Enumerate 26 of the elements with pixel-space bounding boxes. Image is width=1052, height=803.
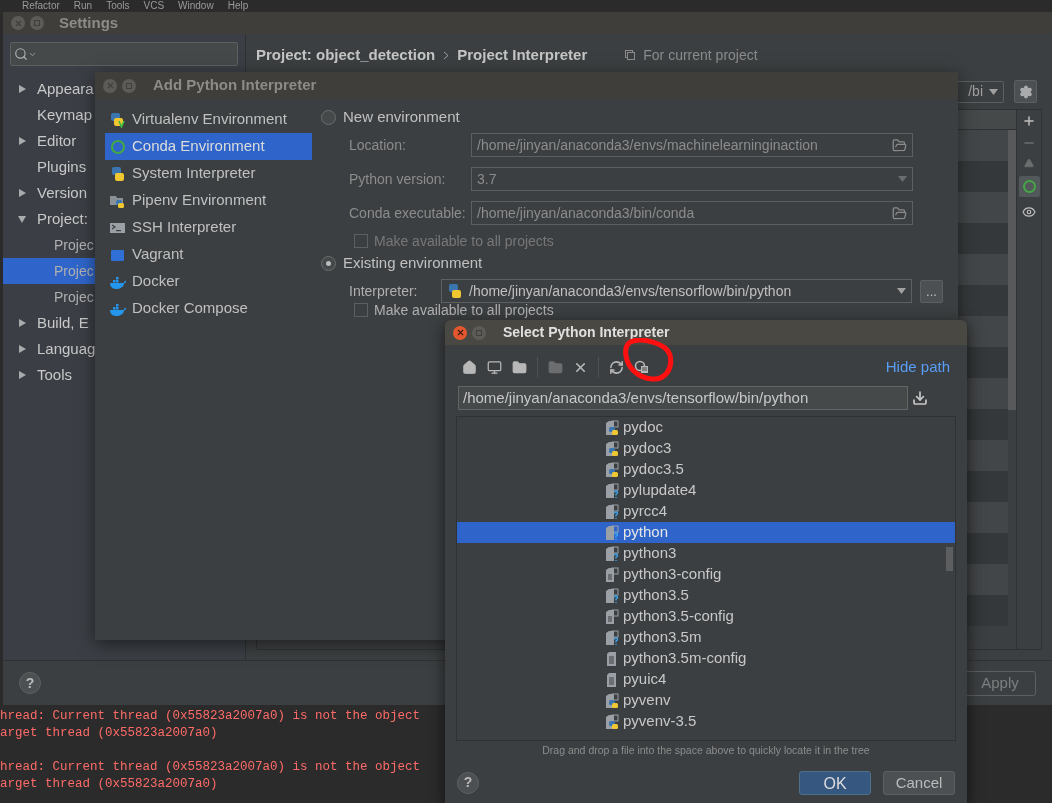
window-title: Add Python Interpreter: [153, 75, 317, 96]
field-label: Location:: [348, 135, 407, 155]
radio-label: New environment: [343, 106, 460, 127]
radio-label: Existing environment: [343, 252, 483, 273]
breadcrumb-item: Project Interpreter: [457, 44, 588, 65]
tree-label: Projec: [54, 261, 94, 281]
console-line: hread: Current thread (0x55823a2007a0) is not the object: [0, 759, 421, 776]
tree-label: Version: [37, 182, 88, 203]
field-label: Conda executable:: [348, 203, 467, 223]
field-label: Python version:: [348, 169, 447, 189]
tree-label: Appeara: [37, 78, 94, 99]
field-label: Interpreter:: [348, 281, 419, 301]
checkbox-label: Make available to all projects: [374, 231, 554, 251]
checkbox-label: Make available to all projects: [374, 303, 554, 317]
tree-label: Build, E: [37, 312, 89, 333]
hint-text: Drag and drop a file into the space above to quickly locate it in the tree: [541, 743, 871, 758]
scope-label: For current project: [643, 45, 758, 65]
tree-label: Tools: [37, 364, 73, 385]
console-line: hread: Current thread (0x55823a2007a0) is not the object: [0, 708, 421, 725]
tree-label: Project:: [37, 208, 88, 229]
window-title: Select Python Interpreter: [503, 323, 670, 342]
console-line: arget thread (0x55823a2007a0): [0, 725, 218, 742]
tree-label: Editor: [37, 130, 77, 151]
window-title: Settings: [59, 12, 119, 33]
console-line: arget thread (0x55823a2007a0): [0, 776, 218, 793]
tree-label: Languag: [37, 338, 96, 359]
